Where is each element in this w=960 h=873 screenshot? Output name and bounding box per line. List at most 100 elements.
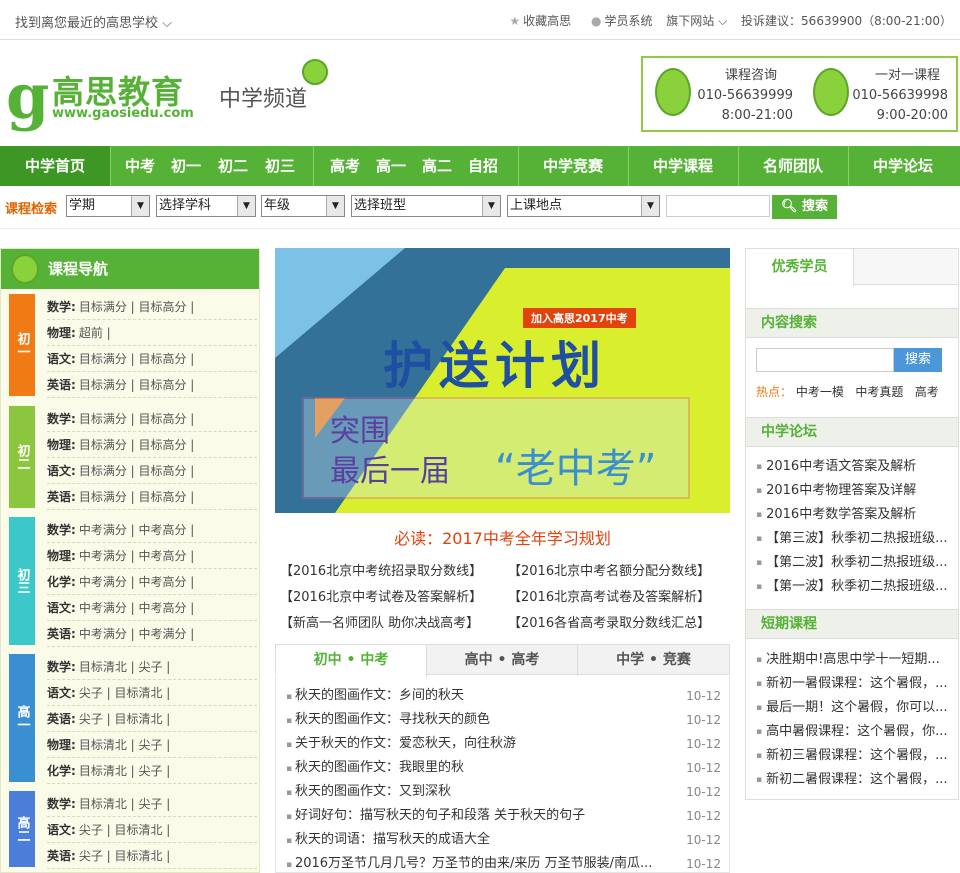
course-row[interactable]: 数学: 目标满分 | 目标高分 | [47, 406, 257, 432]
forum-item[interactable]: 2016中考物理答案及详解 [756, 479, 956, 503]
must-read-link[interactable]: 【新高一名师团队 助你决战高考】 [280, 612, 479, 631]
course-links[interactable]: 尖子 | 目标清北 | [79, 712, 171, 726]
nav-item-forum[interactable]: 中学论坛 [849, 146, 957, 186]
must-read-link[interactable]: 【2016各省高考录取分数线汇总】 [508, 612, 710, 631]
news-title[interactable]: 好词好句：描写秋天的句子和段落 关于秋天的句子 [295, 808, 585, 823]
tab-top-students[interactable]: 优秀学员 [746, 249, 854, 286]
location-select[interactable]: 上课地点 ▼ [507, 195, 660, 217]
hot-link[interactable]: 高考 [915, 385, 939, 399]
short-course-item[interactable]: 最后一期！这个暑假，你可以... [756, 696, 956, 720]
nearest-school-link[interactable]: 找到离您最近的高思学校 ⌵ [15, 12, 172, 31]
course-links[interactable]: 超前 | [79, 326, 111, 340]
course-row[interactable]: 物理: 超前 | [47, 320, 257, 346]
course-links[interactable]: 目标清北 | 尖子 | [79, 797, 171, 811]
hot-link[interactable]: 中考一模 [796, 385, 844, 399]
nav-item-home[interactable]: 中学首页 [0, 146, 110, 186]
course-row[interactable]: 语文: 目标满分 | 目标高分 | [47, 458, 257, 484]
right-search-input[interactable] [756, 348, 894, 372]
news-item[interactable]: ▪ 秋天的图画作文：乡间的秋天 10-12 [286, 684, 721, 708]
nav-item-courses[interactable]: 中学课程 [629, 146, 737, 186]
course-row[interactable]: 英语: 尖子 | 目标清北 | [47, 843, 257, 869]
news-title[interactable]: 秋天的图画作文：又到深秋 [295, 784, 451, 799]
course-links[interactable]: 目标满分 | 目标高分 | [79, 352, 195, 366]
grade-tag[interactable]: 高一 [9, 654, 35, 782]
class-type-select[interactable]: 选择班型 ▼ [351, 195, 501, 217]
must-read-link[interactable]: 【2016北京高考试卷及答案解析】 [508, 586, 710, 605]
course-links[interactable]: 中考满分 | 中考高分 | [79, 575, 195, 589]
term-select[interactable]: 学期 ▼ [66, 195, 150, 217]
course-row[interactable]: 数学: 中考满分 | 中考高分 | [47, 517, 257, 543]
course-row[interactable]: 语文: 中考满分 | 中考高分 | [47, 595, 257, 621]
short-course-item[interactable]: 决胜期中!高思中学十一短期... [756, 648, 956, 672]
search-button[interactable]: 🔍︎ 搜索 [772, 195, 837, 219]
course-row[interactable]: 英语: 尖子 | 目标清北 | [47, 706, 257, 732]
news-title[interactable]: 关于秋天的作文：爱恋秋天，向往秋游 [295, 736, 516, 751]
course-links[interactable]: 目标满分 | 目标高分 | [79, 438, 195, 452]
course-links[interactable]: 目标满分 | 目标高分 | [79, 490, 195, 504]
favorite-link[interactable]: 收藏高思 [523, 14, 571, 28]
course-links[interactable]: 中考满分 | 中考高分 | [79, 523, 195, 537]
nav-item-chuer[interactable]: 初二 [210, 146, 256, 186]
news-item[interactable]: ▪ 秋天的图画作文：我眼里的秋 10-12 [286, 756, 721, 780]
sites-dropdown[interactable]: 旗下网站 ⌵ [666, 14, 727, 28]
nav-item-zhongkao[interactable]: 中考 [118, 146, 162, 186]
grade-tag[interactable]: 初一 [9, 294, 35, 396]
course-row[interactable]: 语文: 尖子 | 目标清北 | [47, 680, 257, 706]
must-read-link[interactable]: 【2016北京中考试卷及答案解析】 [280, 586, 482, 605]
must-read-link[interactable]: 【2016北京中考名额分配分数线】 [508, 560, 710, 579]
course-links[interactable]: 目标满分 | 目标高分 | [79, 300, 195, 314]
course-row[interactable]: 物理: 中考满分 | 中考高分 | [47, 543, 257, 569]
nav-item-gaoer[interactable]: 高二 [414, 146, 460, 186]
news-title[interactable]: 秋天的图画作文：乡间的秋天 [295, 688, 464, 703]
course-row[interactable]: 英语: 目标满分 | 目标高分 | [47, 484, 257, 510]
course-row[interactable]: 数学: 目标清北 | 尖子 | [47, 791, 257, 817]
course-row[interactable]: 物理: 目标清北 | 尖子 | [47, 732, 257, 758]
student-system-link[interactable]: 学员系统 [604, 14, 652, 28]
grade-select[interactable]: 年级 ▼ [261, 195, 345, 217]
course-links[interactable]: 目标清北 | 尖子 | [79, 764, 171, 778]
news-title[interactable]: 2016万圣节几月几号？万圣节的由来/来历 万圣节服装/南瓜... [295, 856, 652, 871]
news-title[interactable]: 秋天的图画作文：寻找秋天的颜色 [295, 712, 490, 727]
course-links[interactable]: 目标清北 | 尖子 | [79, 660, 171, 674]
news-title[interactable]: 秋天的图画作文：我眼里的秋 [295, 760, 464, 775]
nav-item-teachers[interactable]: 名师团队 [739, 146, 847, 186]
course-row[interactable]: 英语: 目标满分 | 目标高分 | [47, 372, 257, 398]
must-read-link[interactable]: 【2016北京中考统招录取分数线】 [280, 560, 482, 579]
promo-banner[interactable]: 加入高思2017中考 护送计划 突围 最后一届 “老中考” [275, 248, 730, 513]
course-links[interactable]: 中考满分 | 中考满分 | [79, 627, 195, 641]
news-item[interactable]: ▪ 秋天的图画作文：寻找秋天的颜色 10-12 [286, 708, 721, 732]
course-links[interactable]: 目标满分 | 目标高分 | [79, 378, 195, 392]
subject-select[interactable]: 选择学科 ▼ [156, 195, 256, 217]
right-search-button[interactable]: 搜索 [894, 348, 942, 372]
course-links[interactable]: 中考满分 | 中考高分 | [79, 549, 195, 563]
short-course-item[interactable]: 新初三暑假课程：这个暑假，... [756, 744, 956, 768]
news-item[interactable]: ▪ 好词好句：描写秋天的句子和段落 关于秋天的句子 10-12 [286, 804, 721, 828]
course-row[interactable]: 英语: 中考满分 | 中考满分 | [47, 621, 257, 647]
course-links[interactable]: 目标清北 | 尖子 | [79, 738, 171, 752]
hot-link[interactable]: 中考真题 [855, 385, 903, 399]
tab-senior[interactable]: 高中 • 高考 [427, 645, 578, 676]
forum-item[interactable]: 2016中考数学答案及解析 [756, 503, 956, 527]
forum-item[interactable]: 【第一波】秋季初二热报班级... [756, 575, 956, 599]
grade-tag[interactable]: 初三 [9, 517, 35, 645]
grade-tag[interactable]: 高二 [9, 791, 35, 867]
course-links[interactable]: 目标满分 | 目标高分 | [79, 464, 195, 478]
news-item[interactable]: ▪ 2016万圣节几月几号？万圣节的由来/来历 万圣节服装/南瓜... 10-12 [286, 852, 721, 872]
search-input[interactable] [666, 195, 770, 217]
news-item[interactable]: ▪ 秋天的图画作文：又到深秋 10-12 [286, 780, 721, 804]
course-row[interactable]: 数学: 目标满分 | 目标高分 | [47, 294, 257, 320]
course-row[interactable]: 语文: 尖子 | 目标清北 | [47, 817, 257, 843]
nav-item-chusan[interactable]: 初三 [257, 146, 303, 186]
course-links[interactable]: 目标满分 | 目标高分 | [79, 412, 195, 426]
forum-item[interactable]: 【第二波】秋季初二热报班级... [756, 551, 956, 575]
short-course-item[interactable]: 新初二暑假课程：这个暑假，... [756, 768, 956, 792]
tab-competition[interactable]: 中学 • 竞赛 [578, 645, 729, 676]
news-title[interactable]: 秋天的词语：描写秋天的成语大全 [295, 832, 490, 847]
course-links[interactable]: 尖子 | 目标清北 | [79, 849, 171, 863]
course-row[interactable]: 语文: 目标满分 | 目标高分 | [47, 346, 257, 372]
tab-junior[interactable]: 初中 • 中考 [276, 645, 427, 677]
course-row[interactable]: 物理: 目标满分 | 目标高分 | [47, 432, 257, 458]
course-row[interactable]: 化学: 中考满分 | 中考高分 | [47, 569, 257, 595]
forum-item[interactable]: 【第三波】秋季初二热报班级... [756, 527, 956, 551]
course-links[interactable]: 中考满分 | 中考高分 | [79, 601, 195, 615]
